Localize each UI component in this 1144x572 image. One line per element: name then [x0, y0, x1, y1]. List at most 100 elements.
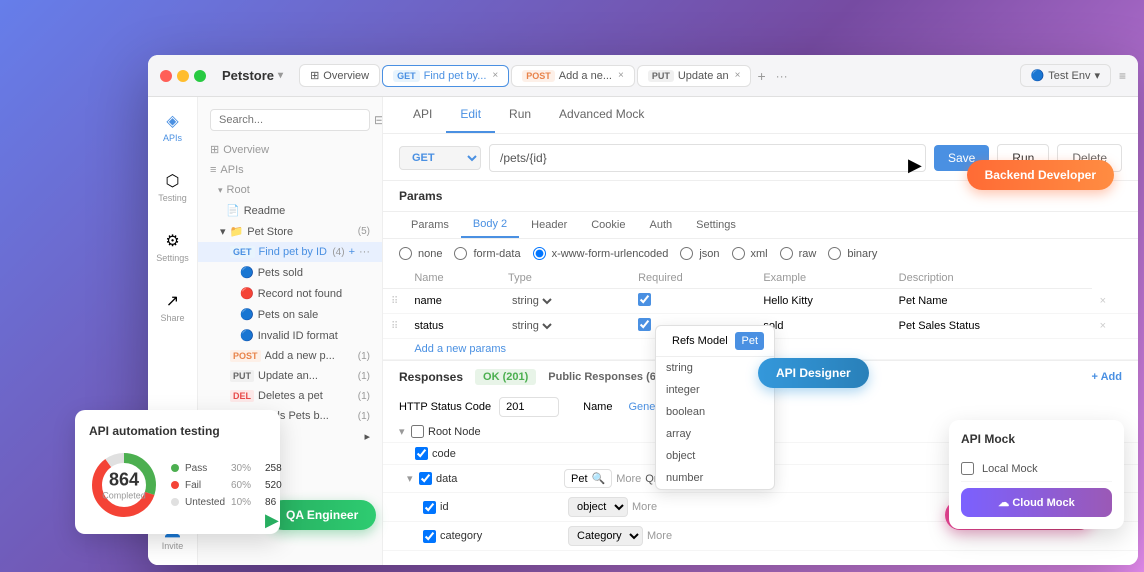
tab-put-update[interactable]: PUT Update an × — [637, 65, 752, 87]
url-input[interactable] — [489, 144, 926, 172]
drag-handle[interactable]: ⠿ — [383, 314, 406, 339]
radio-group: none form-data x-www-form-urlencoded jso… — [383, 239, 1138, 268]
nav-item-pets-sold[interactable]: 🔵 Pets sold — [198, 262, 382, 283]
expand-petstore-icon[interactable]: ▾ — [220, 225, 226, 238]
add-tab-button[interactable]: + — [753, 64, 769, 88]
local-mock-checkbox[interactable] — [961, 462, 974, 475]
params-tab-auth[interactable]: Auth — [637, 213, 684, 237]
row-checkbox[interactable] — [423, 530, 436, 543]
response-status[interactable]: OK (201) — [475, 369, 536, 385]
row-checkbox[interactable] — [419, 472, 432, 485]
legend-pass: Pass 30% 258 — [171, 463, 282, 474]
radio-form-data[interactable]: form-data — [454, 247, 520, 260]
refs-model-tab[interactable]: Refs Model — [666, 332, 734, 350]
sidebar-item-share[interactable]: ↗ Share — [151, 285, 195, 329]
search-icon[interactable]: 🔍 — [592, 472, 606, 485]
tab-edit[interactable]: Edit — [446, 97, 495, 133]
sale-icon: 🔵 — [240, 308, 254, 321]
minimize-button[interactable] — [177, 70, 189, 82]
row-checkbox[interactable] — [423, 501, 436, 514]
maximize-button[interactable] — [194, 70, 206, 82]
dropdown-item-array[interactable]: array — [656, 423, 774, 445]
nav-item-record-not-found[interactable]: 🔴 Record not found — [198, 283, 382, 304]
sidebar-item-testing[interactable]: ⬡ Testing — [151, 165, 195, 209]
name-label: Name — [583, 401, 612, 413]
expand-icon[interactable]: ▾ — [218, 185, 223, 196]
donut-chart: 864 Completed — [89, 450, 159, 520]
nav-item-invalid-id[interactable]: 🔵 Invalid ID format — [198, 325, 382, 346]
nav-item-delete[interactable]: DEL Deletes a pet (1) — [198, 386, 382, 406]
legend-untested: Untested 10% 86 — [171, 497, 282, 508]
radio-xml[interactable]: xml — [732, 247, 768, 260]
tab-overview[interactable]: ⊞ Overview — [299, 64, 380, 87]
sidebar-item-apis[interactable]: ◈ APIs — [151, 105, 195, 149]
dropdown-item-string[interactable]: string — [656, 357, 774, 379]
dropdown-item-number[interactable]: number — [656, 467, 774, 489]
close-button[interactable] — [160, 70, 172, 82]
tab-get-find[interactable]: GET Find pet by... × — [382, 65, 509, 87]
nav-item-petstore[interactable]: ▾ 📁 Pet Store (5) — [198, 221, 382, 242]
http-status-input[interactable] — [499, 397, 559, 417]
add-response-button[interactable]: + Add — [1092, 371, 1122, 383]
params-tab-settings[interactable]: Settings — [684, 213, 748, 237]
tab-api[interactable]: API — [399, 97, 446, 133]
data-more[interactable]: More — [616, 473, 641, 485]
dropdown-item-integer[interactable]: integer — [656, 379, 774, 401]
id-more[interactable]: More — [632, 501, 657, 513]
menu-icon[interactable]: ≡ — [1119, 69, 1126, 83]
nav-search-input[interactable] — [210, 109, 370, 131]
nav-item-add-new[interactable]: POST Add a new p... (1) — [198, 346, 382, 366]
public-responses[interactable]: Public Responses (6) ▾ — [548, 371, 668, 384]
nav-item-pets-on-sale[interactable]: 🔵 Pets on sale — [198, 304, 382, 325]
tab-advanced-mock[interactable]: Advanced Mock — [545, 97, 658, 133]
required-checkbox[interactable] — [638, 318, 651, 331]
required-checkbox[interactable] — [638, 293, 651, 306]
cat-more[interactable]: More — [647, 530, 672, 542]
pet-tab[interactable]: Pet — [735, 332, 764, 350]
expand-data[interactable]: ▾ — [407, 472, 419, 485]
cloud-mock-button[interactable]: ☁ Cloud Mock — [961, 488, 1112, 517]
col-required: Required — [630, 268, 755, 289]
more-tabs-button[interactable]: ··· — [772, 65, 792, 87]
drag-handle[interactable]: ⠿ — [383, 289, 406, 314]
type-dropdown-cat[interactable]: Category — [568, 526, 643, 546]
tab-post-add[interactable]: POST Add a ne... × — [511, 65, 635, 87]
radio-raw[interactable]: raw — [780, 247, 817, 260]
nav-item-more[interactable]: ··· — [359, 246, 370, 258]
nav-item-readme[interactable]: 📄 Readme — [198, 200, 382, 221]
params-tab-body[interactable]: Body 2 — [461, 212, 519, 238]
dropdown-item-object[interactable]: object — [656, 445, 774, 467]
row-checkbox[interactable] — [411, 425, 424, 438]
radio-binary[interactable]: binary — [828, 247, 877, 260]
params-tab-params[interactable]: Params — [399, 213, 461, 237]
nav-filter-icon[interactable]: ⊟ — [374, 113, 383, 127]
type-select[interactable]: string — [508, 319, 555, 333]
schemas-expand[interactable]: ▸ — [364, 430, 370, 443]
tab-close-icon-2[interactable]: × — [618, 70, 624, 81]
row-checkbox[interactable] — [415, 447, 428, 460]
param-delete[interactable]: × — [1092, 289, 1138, 314]
expand-root[interactable]: ▾ — [399, 425, 411, 438]
nav-item-add[interactable]: + — [349, 246, 355, 258]
type-dropdown-id[interactable]: object — [568, 497, 628, 517]
params-tab-cookie[interactable]: Cookie — [579, 213, 637, 237]
tab-close-icon[interactable]: × — [492, 70, 498, 81]
type-select[interactable]: string — [508, 294, 555, 308]
params-tab-header[interactable]: Header — [519, 213, 579, 237]
pass-dot — [171, 464, 179, 472]
radio-x-www[interactable]: x-www-form-urlencoded — [533, 247, 669, 260]
dropdown-item-boolean[interactable]: boolean — [656, 401, 774, 423]
param-desc: Pet Name — [891, 289, 1092, 314]
tab-close-icon-3[interactable]: × — [735, 70, 741, 81]
col-type: Type — [500, 268, 630, 289]
nav-item-find-pet[interactable]: GET Find pet by ID (4) + ··· — [198, 242, 382, 262]
param-delete[interactable]: × — [1092, 314, 1138, 339]
sidebar-item-settings[interactable]: ⚙ Settings — [151, 225, 195, 269]
radio-json[interactable]: json — [680, 247, 719, 260]
tab-run[interactable]: Run — [495, 97, 545, 133]
method-select[interactable]: GETPOSTPUTDELETE — [399, 146, 481, 170]
env-selector[interactable]: 🔵 Test Env ▾ — [1020, 64, 1111, 87]
radio-none[interactable]: none — [399, 247, 442, 260]
nav-item-update[interactable]: PUT Update an... (1) — [198, 366, 382, 386]
app-name-chevron[interactable]: ▾ — [278, 70, 283, 81]
